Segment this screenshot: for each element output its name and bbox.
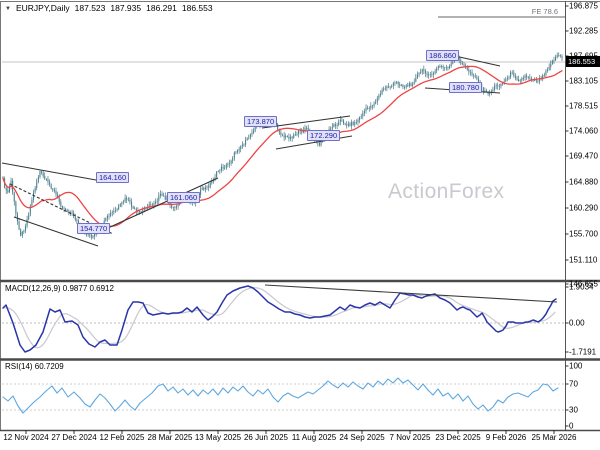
price-axis-label: 183.105: [569, 76, 598, 86]
rsi-axis-label: 30: [569, 405, 578, 415]
price-axis-label: 164.880: [569, 177, 598, 187]
macd-axis-label: 1.9034: [569, 282, 594, 292]
chart-title-bar: ▼ EURJPY,Daily 187.523 187.935 186.291 1…: [5, 3, 213, 13]
price-axis-label: 192.285: [569, 26, 598, 36]
ohlc-low: 186.291: [146, 3, 177, 13]
symbol-dropdown-icon[interactable]: ▼: [5, 6, 11, 12]
ohlc-high: 187.935: [110, 3, 142, 13]
fibonacci-extension-label: FE 78.6: [531, 7, 558, 16]
ohlc-open: 187.523: [74, 3, 106, 13]
ohlc-close: 186.553: [181, 3, 213, 13]
price-annotation: 180.780: [449, 82, 483, 93]
rsi-axis-label: 100: [569, 361, 583, 371]
price-axis-label: 160.290: [569, 203, 598, 213]
macd-axis-label: 0.00: [569, 318, 585, 328]
price-axis-label: 155.700: [569, 229, 598, 239]
price-annotation: 161.060: [167, 192, 201, 203]
symbol-label: EURJPY,Daily: [15, 3, 70, 13]
macd-indicator-label: MACD(12,26,9) 0.9877 0.6912: [5, 284, 114, 293]
price-axis-label: 151.110: [569, 255, 598, 265]
chart-window: ▼ EURJPY,Daily 187.523 187.935 186.291 1…: [0, 0, 600, 450]
price-annotation: 186.860: [426, 50, 460, 61]
price-axis-label: 178.515: [569, 101, 598, 111]
date-axis-label: 25 Mar 2026: [531, 433, 577, 442]
price-axis-label: 196.875: [569, 1, 598, 11]
price-axis-label: 174.060: [569, 126, 598, 136]
rsi-axis-label: 0: [569, 421, 574, 431]
price-annotation: 172.290: [307, 130, 341, 141]
rsi-indicator-label: RSI(14) 60.7209: [5, 362, 64, 371]
price-annotation: 154.770: [77, 223, 111, 234]
price-annotation: 164.160: [96, 172, 130, 183]
price-axis-label: 169.470: [569, 151, 598, 161]
watermark: ActionForex: [388, 180, 505, 203]
rsi-axis-label: 70: [569, 379, 578, 389]
macd-axis-label: -1.7191: [569, 347, 597, 357]
price-annotation: 173.870: [244, 116, 278, 127]
current-price-marker: 186.553: [566, 56, 600, 67]
